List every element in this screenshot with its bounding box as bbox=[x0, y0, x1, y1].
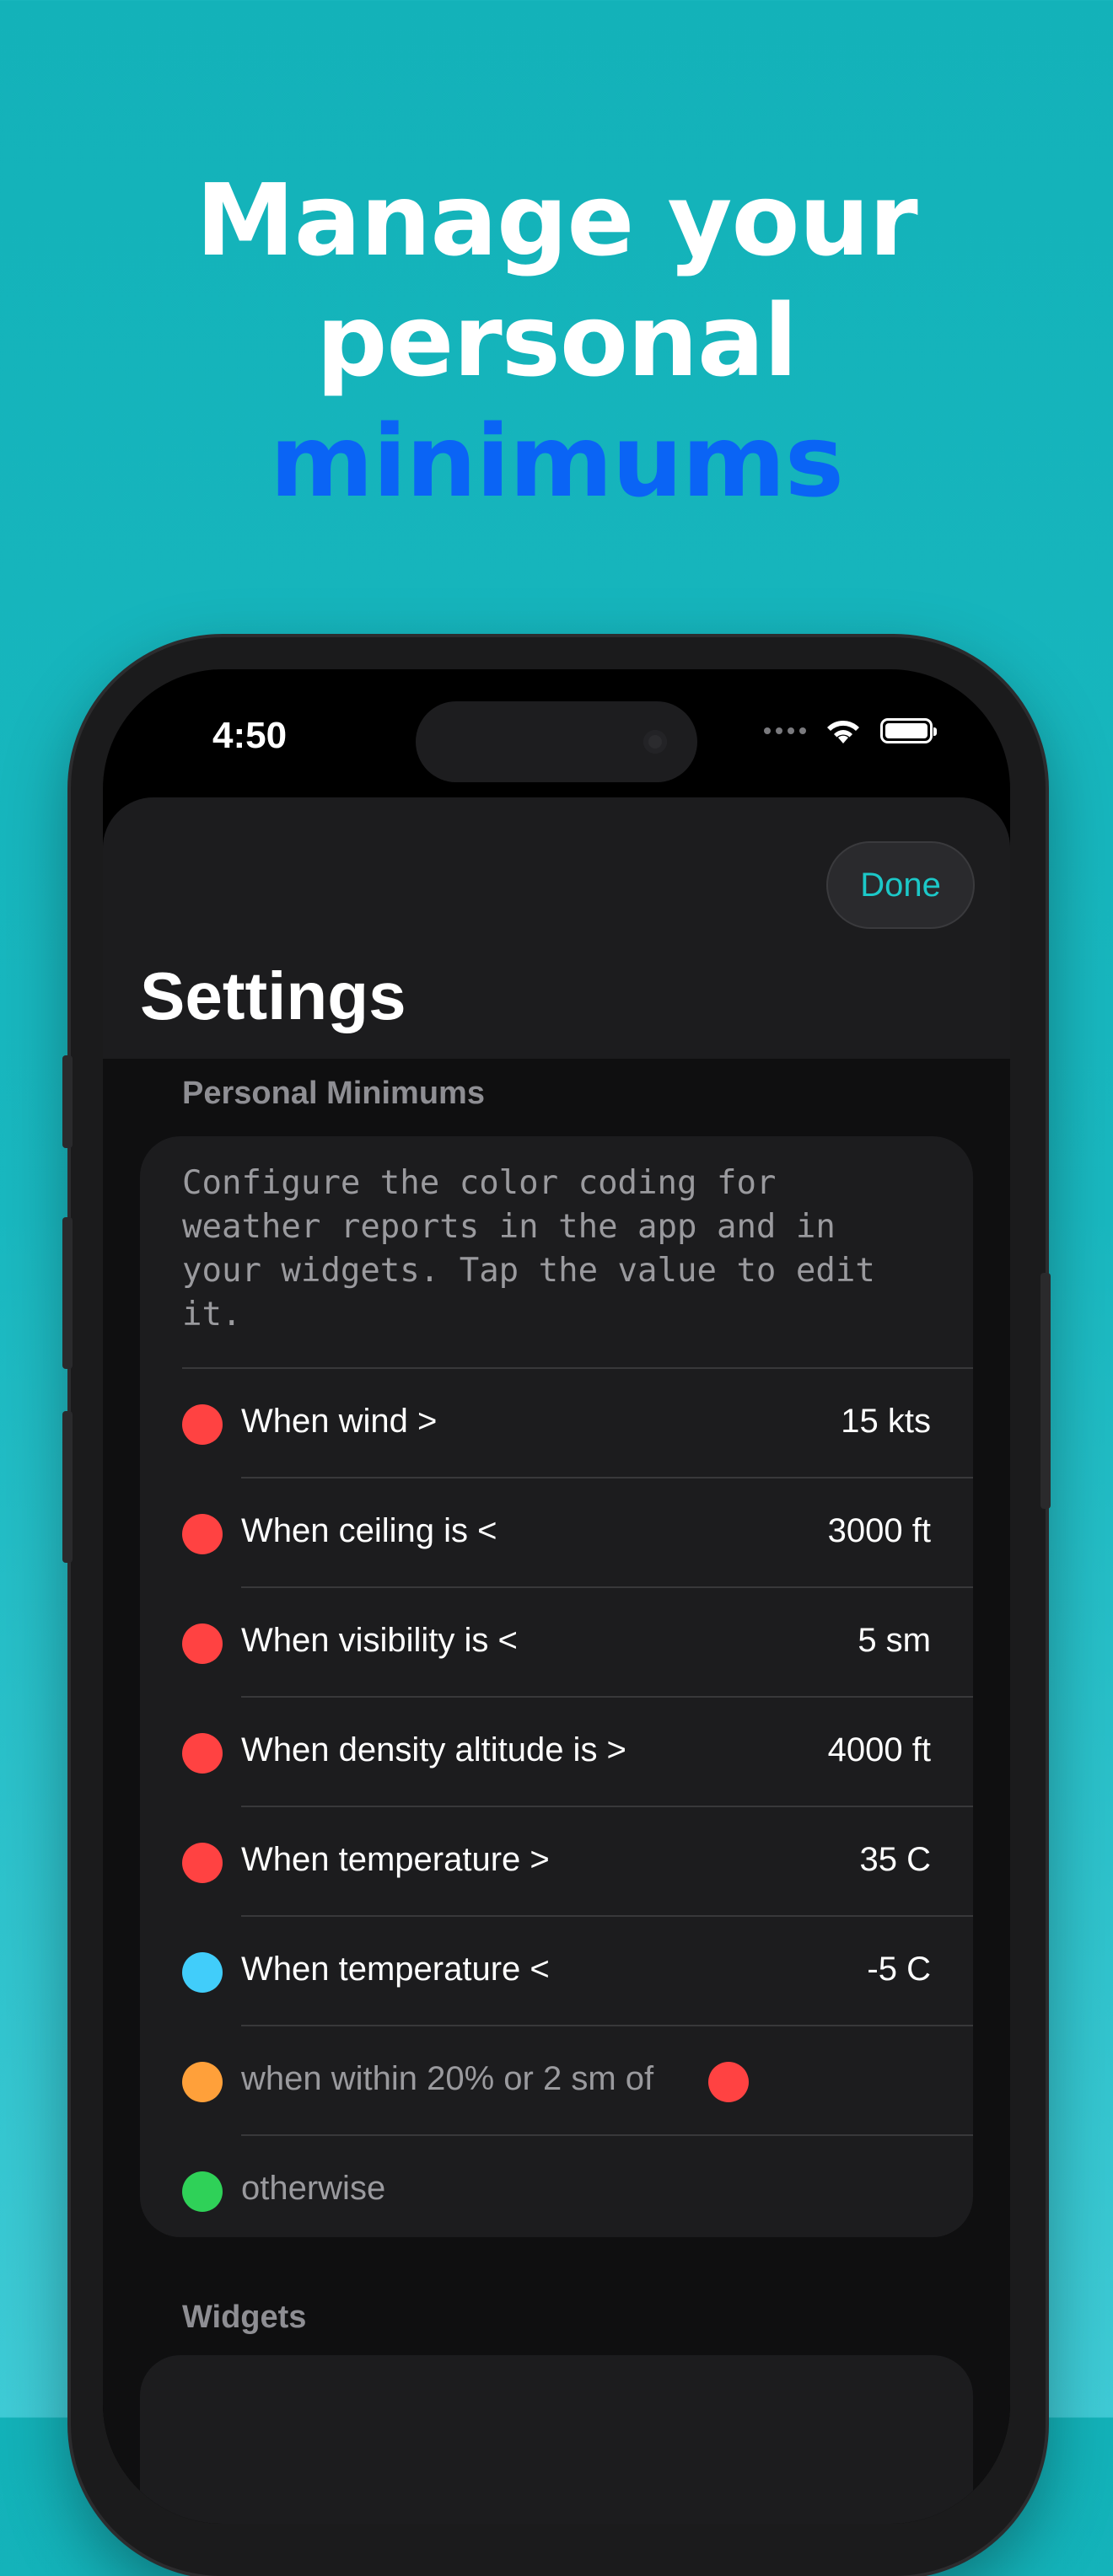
minimum-row-otherwise: otherwise bbox=[182, 2134, 973, 2244]
temperature-low-value[interactable]: -5 C bbox=[867, 1951, 931, 1988]
phone-screen: 4:50 Done Settings Personal Minimums Con… bbox=[103, 669, 1010, 2524]
status-icons bbox=[764, 716, 937, 745]
row-label: When ceiling is < bbox=[241, 1512, 497, 1549]
row-label: when within 20% or 2 sm of bbox=[241, 2060, 654, 2097]
cellular-dots-icon bbox=[764, 727, 806, 734]
section-header-widgets: Widgets bbox=[182, 2300, 307, 2335]
orange-status-dot bbox=[182, 2062, 223, 2102]
temperature-high-value[interactable]: 35 C bbox=[860, 1841, 932, 1879]
ceiling-value[interactable]: 3000 ft bbox=[828, 1512, 931, 1550]
widgets-card bbox=[140, 2355, 973, 2524]
row-label: When wind > bbox=[241, 1403, 438, 1440]
row-label: When temperature > bbox=[241, 1841, 550, 1878]
headline-line-2: personal bbox=[315, 282, 798, 399]
row-label: When density altitude is > bbox=[241, 1731, 626, 1768]
dynamic-island bbox=[416, 701, 697, 782]
blue-status-dot bbox=[182, 1952, 223, 1993]
sheet-header: Done Settings bbox=[103, 797, 1010, 1059]
minimums-description: Configure the color coding for weather r… bbox=[182, 1164, 875, 1334]
done-button[interactable]: Done bbox=[826, 841, 975, 929]
volume-down-button bbox=[62, 1411, 73, 1563]
minimum-row-ceiling[interactable]: When ceiling is < 3000 ft bbox=[182, 1477, 973, 1586]
green-status-dot bbox=[182, 2171, 223, 2212]
minimum-row-within-margin: when within 20% or 2 sm of bbox=[182, 2025, 973, 2134]
red-status-dot bbox=[182, 1733, 223, 1774]
minimums-list: When wind > 15 kts When ceiling is < 300… bbox=[140, 1367, 973, 2244]
headline-line-1: Manage your bbox=[196, 162, 917, 278]
visibility-value[interactable]: 5 sm bbox=[858, 1622, 931, 1660]
red-status-dot bbox=[182, 1404, 223, 1445]
volume-up-button bbox=[62, 1217, 73, 1369]
row-label: When temperature < bbox=[241, 1951, 550, 1988]
wifi-icon bbox=[827, 721, 859, 743]
minimum-row-temperature-low[interactable]: When temperature < -5 C bbox=[182, 1915, 973, 2025]
red-status-dot bbox=[182, 1623, 223, 1664]
section-header-personal-minimums: Personal Minimums bbox=[182, 1076, 485, 1111]
headline: Manage your personal minimums bbox=[0, 160, 1113, 522]
personal-minimums-card: Configure the color coding for weather r… bbox=[140, 1136, 973, 2237]
camera-icon bbox=[643, 730, 667, 754]
wind-value[interactable]: 15 kts bbox=[841, 1403, 931, 1441]
minimum-row-density-altitude[interactable]: When density altitude is > 4000 ft bbox=[182, 1696, 973, 1806]
minimum-row-temperature-high[interactable]: When temperature > 35 C bbox=[182, 1806, 973, 1915]
red-status-dot bbox=[182, 1514, 223, 1554]
minimum-row-wind[interactable]: When wind > 15 kts bbox=[182, 1367, 973, 1477]
battery-icon bbox=[880, 718, 937, 743]
red-status-dot-inline bbox=[708, 2062, 749, 2102]
row-label: When visibility is < bbox=[241, 1622, 518, 1659]
settings-sheet: Done Settings Personal Minimums Configur… bbox=[103, 797, 1010, 2524]
density-altitude-value[interactable]: 4000 ft bbox=[828, 1731, 931, 1769]
page-title: Settings bbox=[140, 958, 406, 1033]
row-label: otherwise bbox=[241, 2170, 386, 2207]
action-button bbox=[62, 1055, 73, 1148]
power-button bbox=[1040, 1273, 1051, 1509]
minimum-row-visibility[interactable]: When visibility is < 5 sm bbox=[182, 1586, 973, 1696]
red-status-dot bbox=[182, 1843, 223, 1883]
status-time: 4:50 bbox=[212, 715, 288, 756]
headline-line-3: minimums bbox=[269, 403, 844, 519]
